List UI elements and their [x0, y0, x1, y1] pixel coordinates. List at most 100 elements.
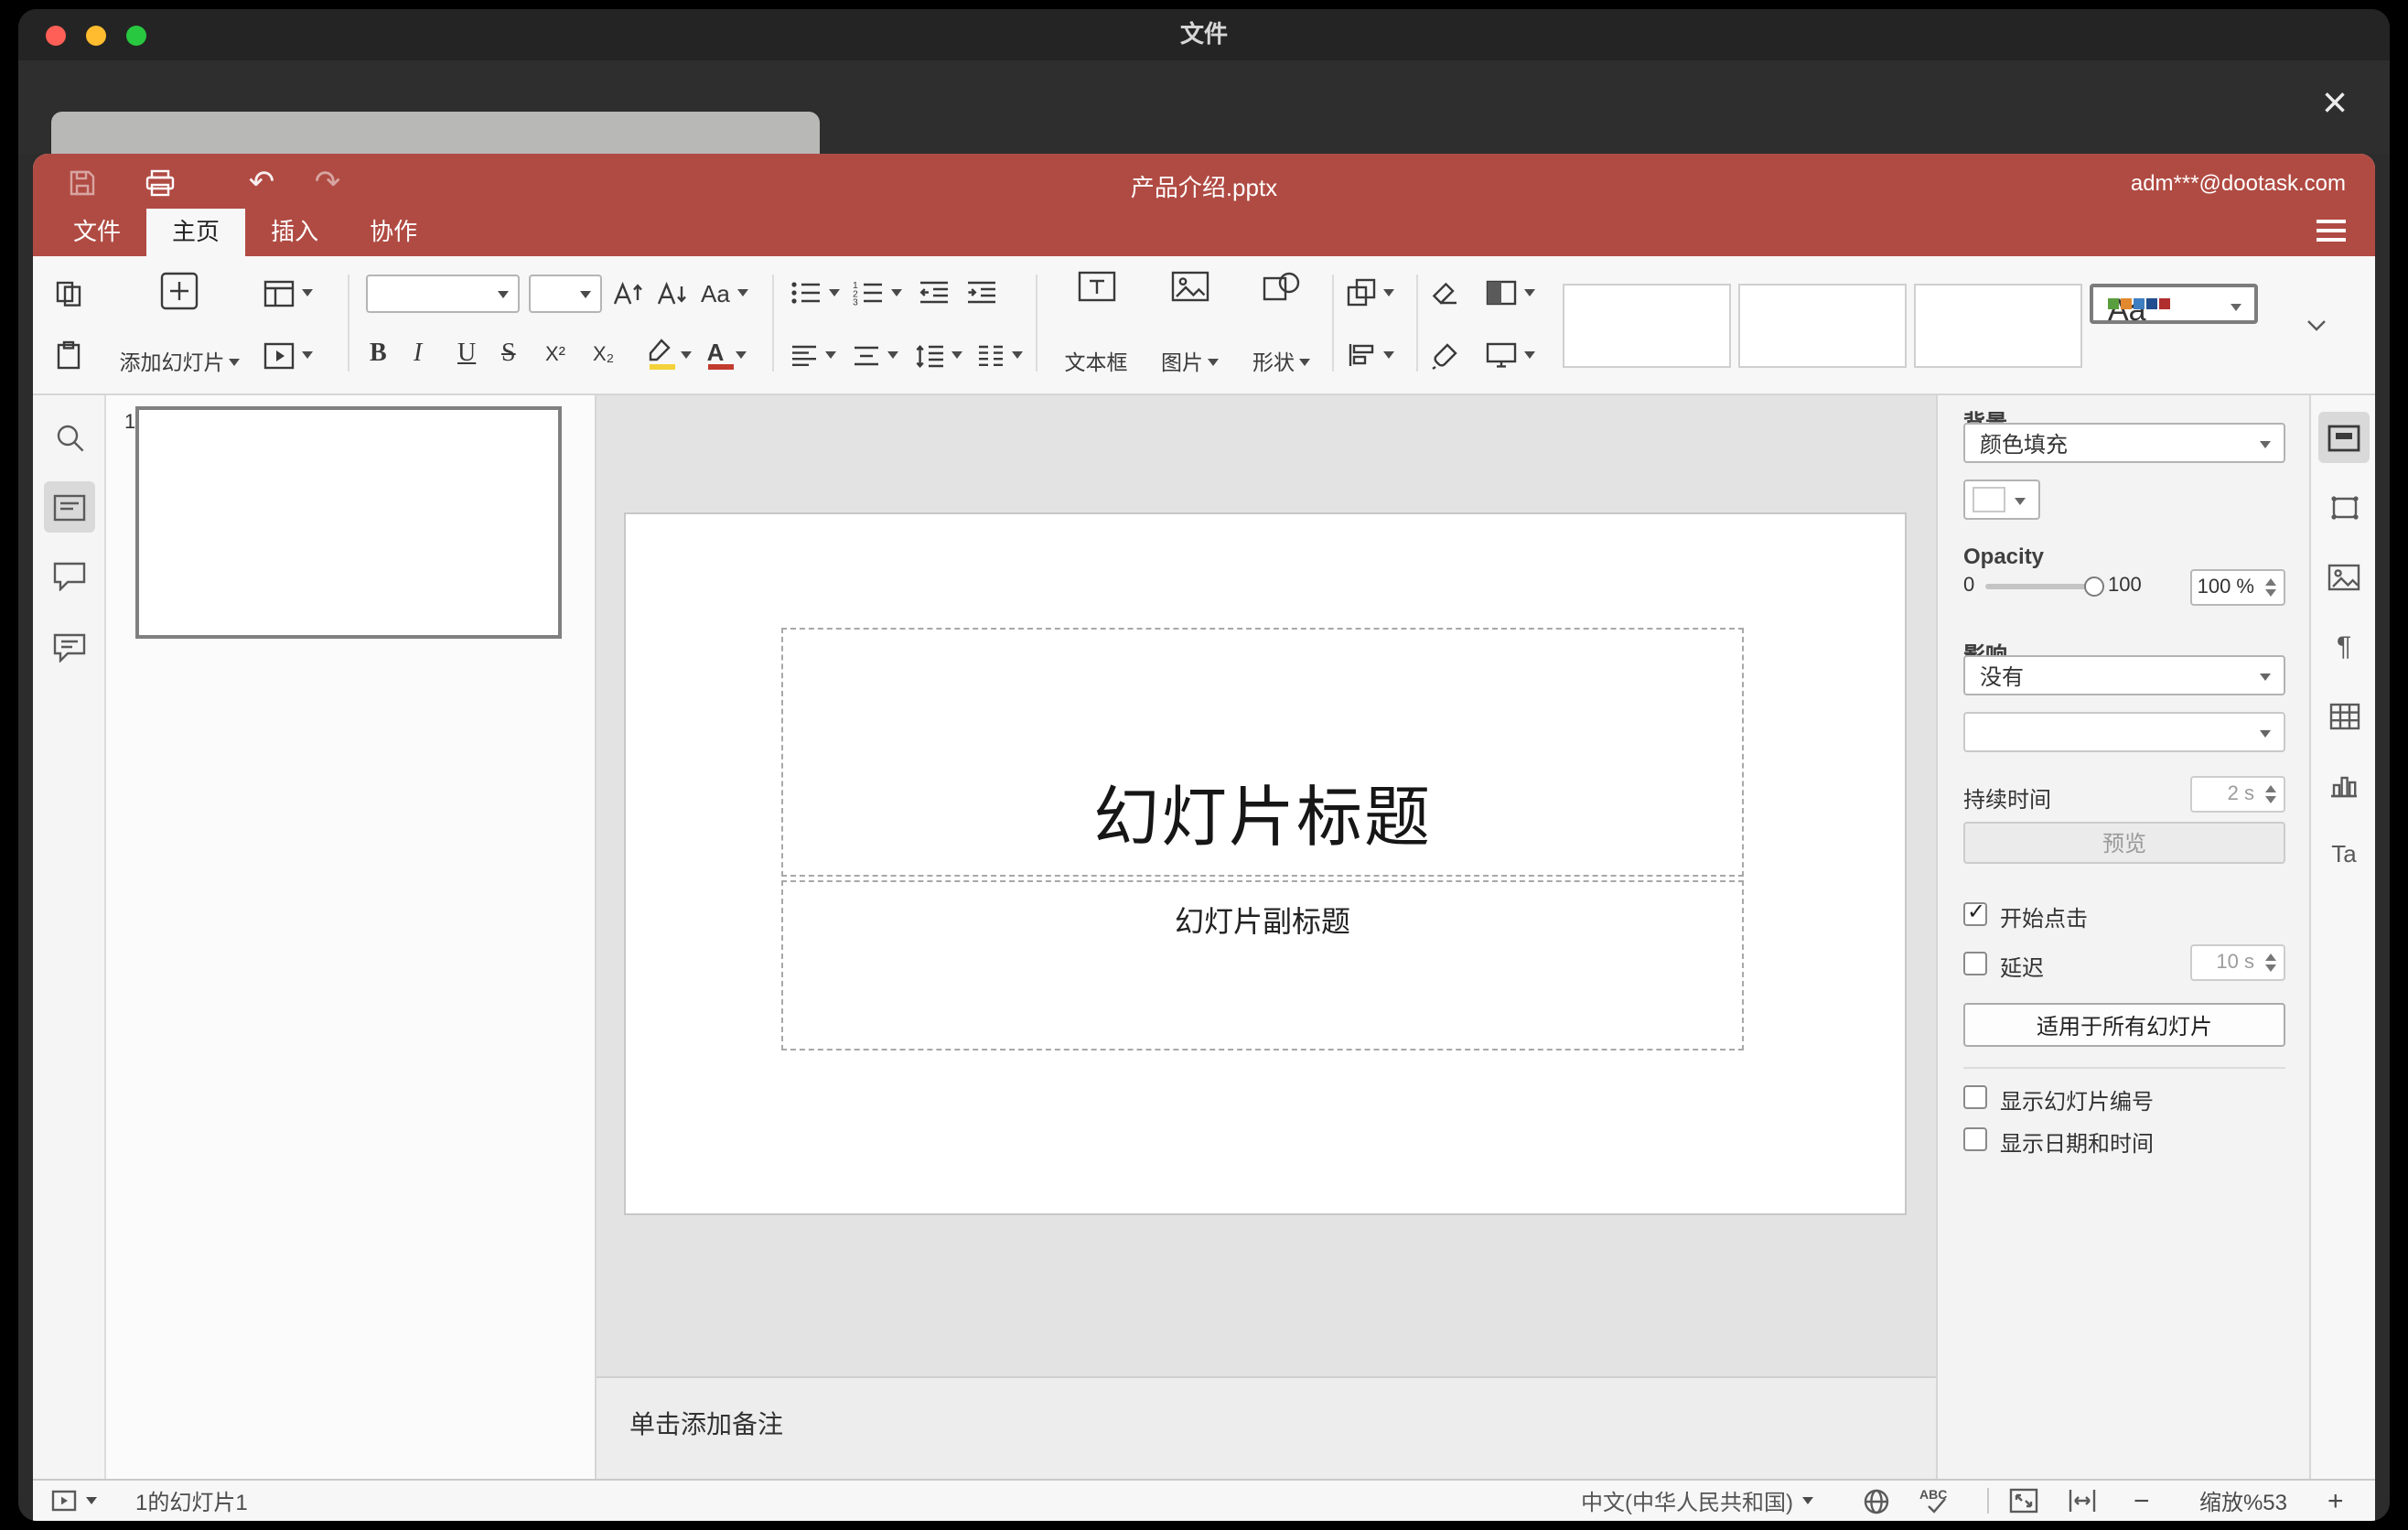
font-size-combo[interactable] [529, 275, 602, 313]
tab-collaboration[interactable]: 协作 [344, 209, 443, 256]
slide-subtitle-text: 幻灯片副标题 [1174, 908, 1350, 939]
highlight-color-button[interactable] [644, 331, 692, 379]
strikethrough-button[interactable]: S [501, 331, 516, 379]
font-name-combo[interactable] [366, 275, 520, 313]
arrange-shapes-button[interactable] [1347, 269, 1394, 317]
bold-button[interactable]: B [370, 331, 387, 379]
delay-label: 延迟 [2000, 955, 2045, 981]
zoom-out-button[interactable]: − [2134, 1481, 2150, 1521]
delay-input[interactable]: 10 s [2190, 944, 2285, 981]
tab-insert[interactable]: 插入 [245, 209, 344, 256]
italic-button[interactable]: I [414, 331, 422, 379]
spellcheck-icon[interactable]: ABC [1918, 1481, 1954, 1521]
slide-settings-icon[interactable] [2318, 412, 2370, 463]
background-fill-value: 颜色填充 [1980, 431, 2069, 457]
show-slide-number-checkbox[interactable] [1963, 1085, 1987, 1109]
slide-title-placeholder[interactable]: 幻灯片标题 [781, 628, 1744, 877]
start-on-click-checkbox[interactable] [1963, 899, 1987, 926]
opacity-label: Opacity [1963, 544, 2045, 569]
shape-settings-icon[interactable] [2318, 481, 2370, 533]
increase-font-button[interactable] [613, 269, 644, 317]
insert-image-button[interactable]: 图片 [1145, 267, 1233, 384]
slide-canvas: 幻灯片标题 幻灯片副标题 [597, 395, 1936, 1376]
start-slideshow-button[interactable] [263, 331, 313, 379]
add-slide-button[interactable]: 添加幻灯片 [110, 267, 249, 384]
opacity-slider-track[interactable] [1985, 584, 2099, 589]
copy-style-button[interactable] [1431, 331, 1458, 379]
color-swatch [1973, 487, 2005, 512]
effect-variant-select[interactable] [1963, 712, 2285, 752]
decrease-font-button[interactable] [657, 269, 688, 317]
effect-select[interactable]: 没有 [1963, 655, 2285, 695]
slide-thumbnail-number: 1 [124, 412, 136, 434]
opacity-slider-knob[interactable] [2084, 576, 2104, 597]
slide-thumbnail[interactable] [135, 406, 562, 639]
tab-home[interactable]: 主页 [146, 209, 246, 256]
background-color-swatch[interactable] [1963, 479, 2040, 520]
right-sidebar: ¶ Ta [2309, 395, 2375, 1479]
theme-preview-selected[interactable]: Aa [2090, 284, 2258, 328]
font-color-button[interactable]: A [703, 331, 747, 379]
slides-panel-icon[interactable] [44, 481, 95, 533]
color-scheme-button[interactable] [1486, 269, 1535, 317]
tab-file[interactable]: 文件 [48, 209, 146, 256]
insert-textbox-button[interactable]: 文本框 [1054, 267, 1138, 384]
delay-checkbox[interactable] [1963, 952, 1987, 975]
change-case-button[interactable]: Aa [701, 269, 748, 317]
document-language-icon[interactable] [1863, 1481, 1890, 1521]
duration-input[interactable]: 2 s [2190, 776, 2285, 813]
textart-settings-icon[interactable]: Ta [2318, 827, 2370, 878]
slide-size-button[interactable] [1486, 331, 1535, 379]
presentation-editor: ↶ ↷ 产品介绍.pptx adm***@dootask.com 文件 主页 插… [33, 154, 2375, 1521]
theme-gallery-expand-button[interactable] [2306, 302, 2327, 350]
apply-to-all-slides-button[interactable]: 适用于所有幻灯片 [1963, 1003, 2285, 1047]
paste-button[interactable] [55, 331, 82, 379]
columns-button[interactable] [977, 331, 1023, 379]
line-spacing-button[interactable] [915, 331, 962, 379]
notes-area[interactable]: 单击添加备注 [597, 1376, 1936, 1479]
search-icon[interactable] [44, 412, 95, 463]
copy-button[interactable] [55, 269, 82, 317]
fit-slide-icon[interactable] [2009, 1481, 2038, 1521]
opacity-min-label: 0 [1963, 575, 1975, 597]
show-date-time-checkbox[interactable] [1963, 1127, 1987, 1151]
start-slideshow-statusbar-button[interactable] [51, 1481, 97, 1521]
feedback-icon[interactable] [44, 622, 95, 673]
zoom-level: 缩放%53 [2198, 1489, 2288, 1514]
slide-layout-button[interactable] [263, 269, 313, 317]
theme-preview-2[interactable] [1738, 284, 1907, 368]
language-selector[interactable]: 中文(中华人民共和国) [1581, 1481, 1813, 1521]
numbered-list-button[interactable]: 123 [853, 269, 902, 317]
increase-indent-button[interactable] [966, 269, 997, 317]
horizontal-align-button[interactable] [790, 331, 836, 379]
theme-preview-3[interactable] [1914, 284, 2082, 368]
align-shapes-button[interactable] [1347, 331, 1394, 379]
zoom-in-button[interactable]: + [2327, 1481, 2344, 1521]
screen: 文件 × ↶ ↷ 产品介绍.pptx adm***@dootask.com 文件… [0, 0, 2408, 1530]
dialog-top-strip [18, 60, 2390, 205]
preview-button[interactable]: 预览 [1963, 822, 2285, 864]
editor-body: 1 幻灯片标题 幻灯片副标题 单击添加备注 颜色填充 Opacity 0 100… [33, 395, 2375, 1479]
vertical-align-button[interactable] [853, 331, 898, 379]
image-settings-icon[interactable] [2318, 551, 2370, 602]
chart-settings-icon[interactable] [2318, 760, 2370, 811]
paragraph-settings-icon[interactable]: ¶ [2318, 620, 2370, 672]
clear-style-button[interactable] [1431, 269, 1460, 317]
theme-preview-1[interactable] [1563, 284, 1731, 368]
underline-button[interactable]: U [457, 331, 476, 379]
close-dialog-button[interactable]: × [2309, 79, 2360, 130]
table-settings-icon[interactable] [2318, 690, 2370, 741]
bullet-list-button[interactable] [790, 269, 840, 317]
comments-icon[interactable] [44, 551, 95, 602]
fit-width-icon[interactable] [2068, 1481, 2097, 1521]
superscript-button[interactable]: X² [545, 331, 565, 379]
decrease-indent-button[interactable] [919, 269, 950, 317]
menu-icon[interactable] [2317, 220, 2346, 242]
slide-subtitle-placeholder[interactable]: 幻灯片副标题 [781, 880, 1744, 1051]
statusbar: 1的幻灯片1 中文(中华人民共和国) ABC − 缩放%53 + [33, 1479, 2375, 1521]
subscript-button[interactable]: X₂ [593, 331, 614, 379]
duration-label: 持续时间 [1963, 787, 2052, 813]
background-fill-select[interactable]: 颜色填充 [1963, 423, 2285, 463]
insert-shape-button[interactable]: 形状 [1237, 267, 1325, 384]
opacity-input[interactable]: 100 % [2190, 569, 2285, 606]
